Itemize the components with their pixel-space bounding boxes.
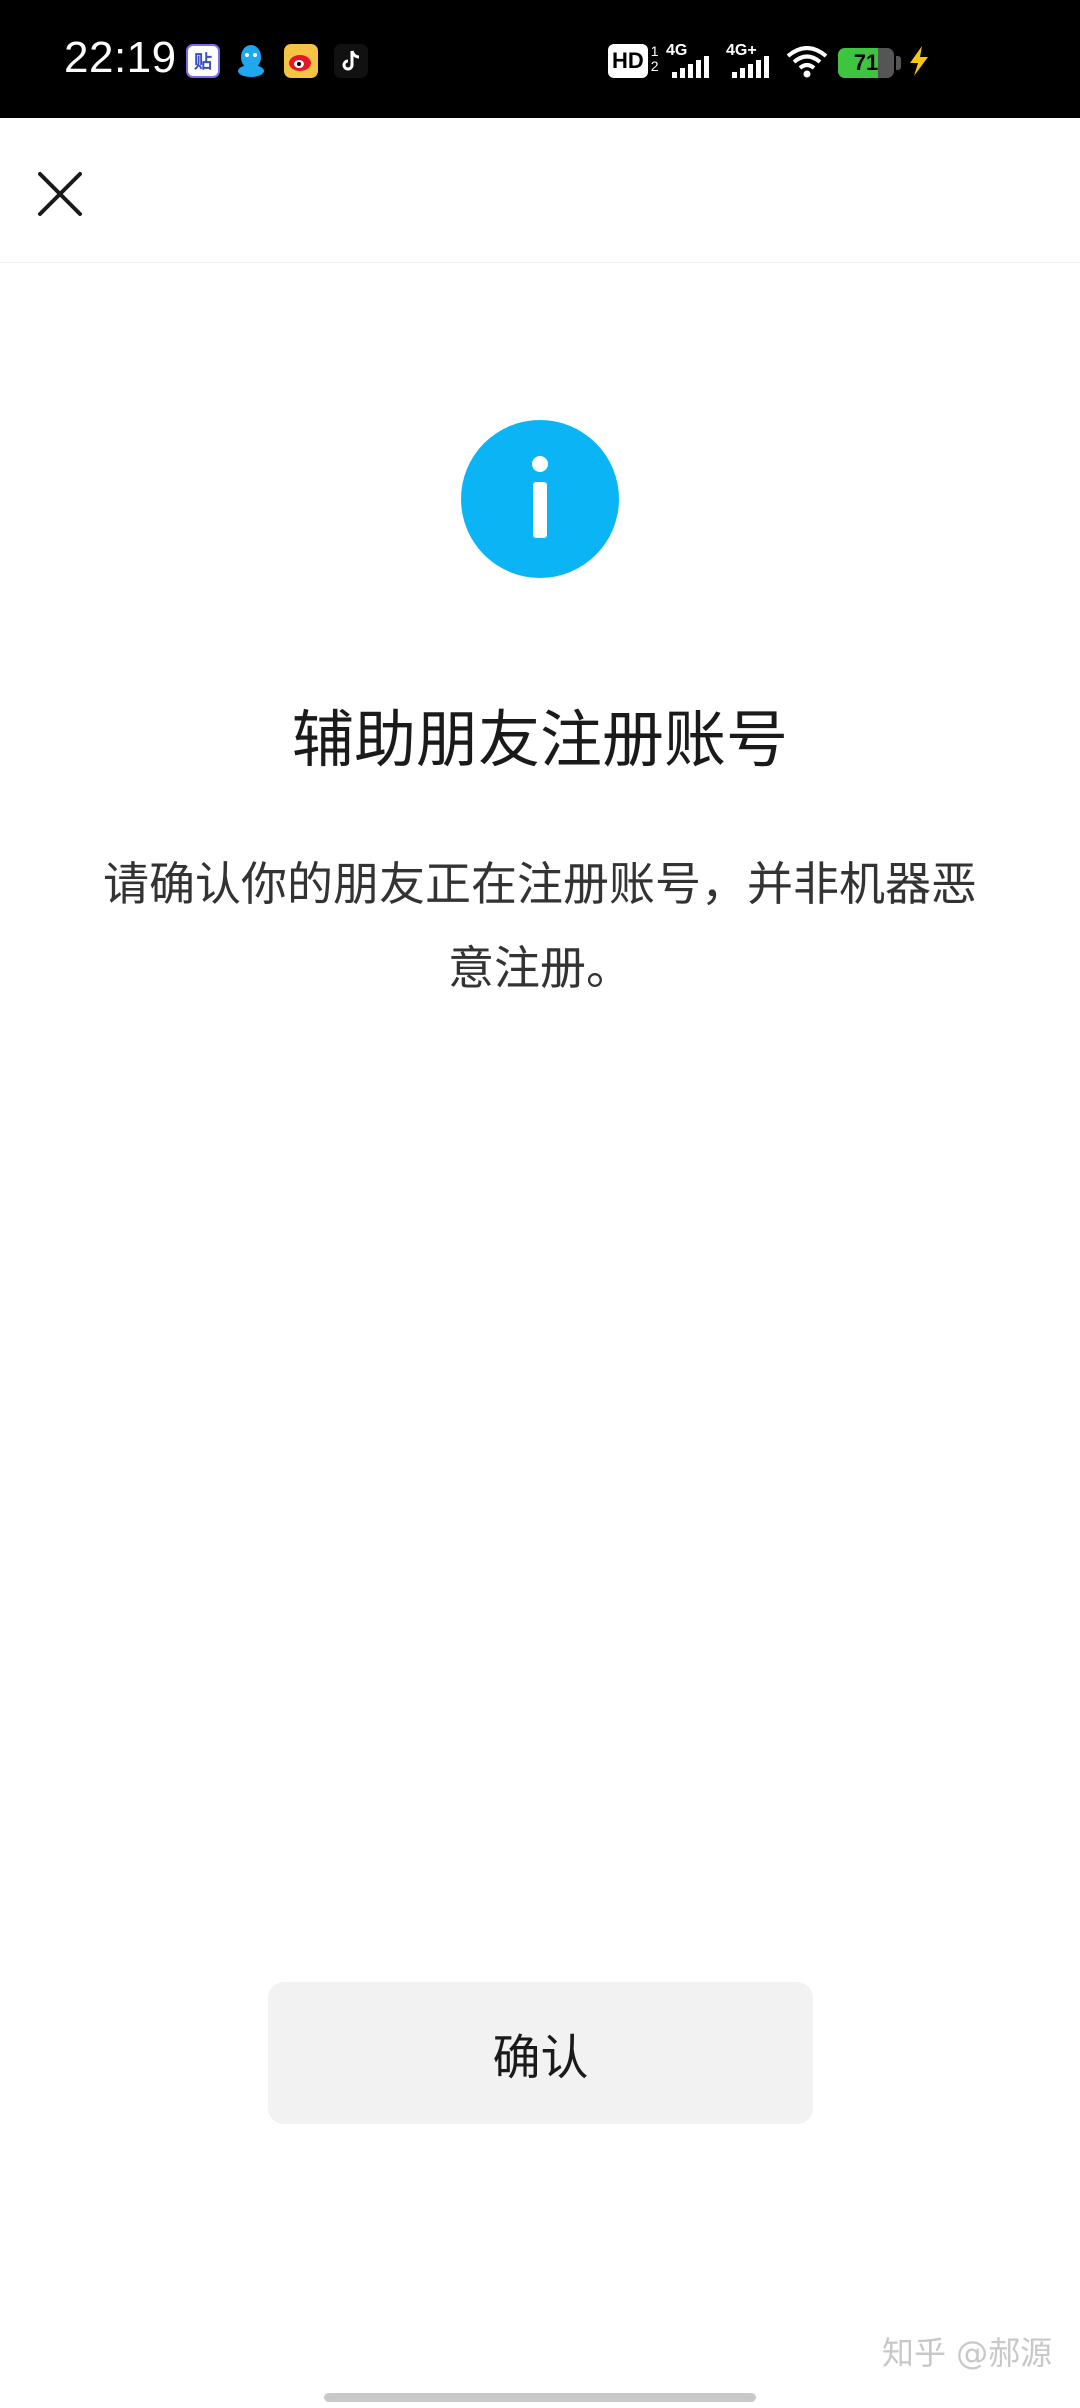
signal-icon-sim2: 4G+ [726,42,778,78]
signal-icon-sim1: 4G [666,42,714,78]
info-icon [461,420,619,578]
home-indicator[interactable] [324,2393,756,2402]
hd-sub: 1 2 [651,44,659,74]
nav-bar [0,118,1080,263]
tiktok-icon [334,44,368,78]
close-button[interactable] [22,156,98,232]
battery-percent: 71 [853,50,879,75]
hd-sub-top: 1 [650,43,659,59]
status-bar: 22:19 贴 HD 1 2 4G 4G+ 71 [0,0,1080,118]
close-icon [38,172,82,216]
description-text: 请确认你的朋友正在注册账号，并非机器恶意注册。 [103,857,977,995]
battery-cap [896,56,901,70]
hd-label: HD [608,44,648,78]
watermark: 知乎 @郝源 [882,2334,1053,2372]
charging-icon [904,44,934,82]
wifi-icon [786,46,828,82]
confirm-button[interactable]: 确认 [268,1982,813,2124]
status-time: 22:19 [64,33,177,82]
qq-icon [234,44,268,78]
page-title: 辅助朋友注册账号 [291,703,788,776]
weibo-icon [284,44,318,78]
tieba-icon: 贴 [186,44,220,78]
hd-voice-icon: HD 1 2 [608,44,659,78]
battery-icon: 71 [838,48,894,78]
hd-sub-bottom: 2 [650,58,659,74]
